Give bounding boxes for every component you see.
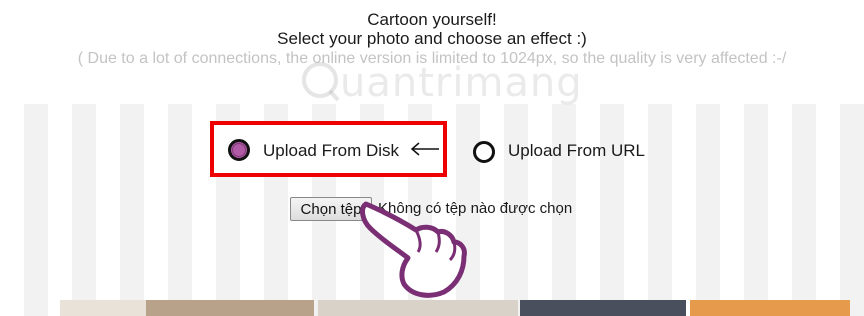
example-thumbnail[interactable] [690, 300, 850, 316]
upload-url-radio[interactable] [473, 141, 495, 163]
upload-disk-radio[interactable] [228, 139, 250, 161]
limit-note: ( Due to a lot of connections, the onlin… [77, 50, 787, 67]
arrow-left-icon [410, 142, 439, 156]
pointing-hand-icon [360, 201, 467, 298]
example-thumbnail[interactable] [318, 300, 518, 316]
page-header: Cartoon yourself! Select your photo and … [0, 10, 864, 69]
example-thumbnail[interactable] [520, 300, 686, 316]
example-thumbnail[interactable] [60, 300, 146, 316]
upload-disk-label[interactable]: Upload From Disk [263, 141, 399, 161]
upload-options: Upload From Disk Upload From URL [0, 121, 864, 177]
upload-url-label[interactable]: Upload From URL [508, 141, 645, 161]
example-thumbnail[interactable] [146, 300, 314, 316]
example-thumbnails [0, 300, 864, 316]
page-subtitle: Select your photo and choose an effect :… [277, 29, 587, 48]
page-title: Cartoon yourself! [367, 10, 497, 29]
